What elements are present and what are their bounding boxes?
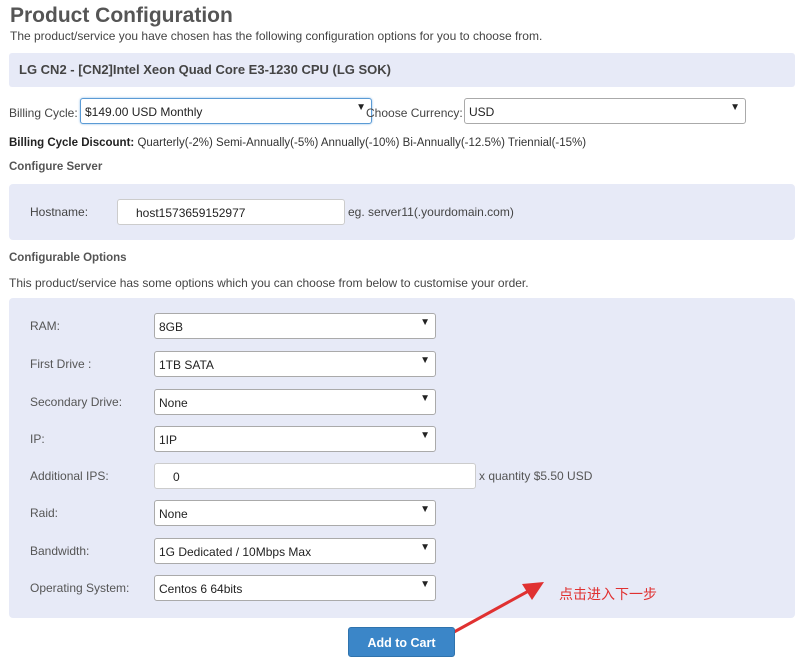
page-title: Product Configuration <box>10 4 233 27</box>
chevron-down-icon: ▼ <box>356 102 366 113</box>
billing-cycle-value: $149.00 USD Monthly <box>85 105 203 119</box>
secondary-drive-value: None <box>159 396 188 410</box>
hostname-input[interactable]: host1573659152977 <box>117 199 345 225</box>
add-to-cart-button[interactable]: Add to Cart <box>348 627 455 657</box>
ram-value: 8GB <box>159 320 184 334</box>
configurable-options-description: This product/service has some options wh… <box>9 276 529 290</box>
additional-ips-input[interactable]: 0 <box>154 463 476 489</box>
raid-label: Raid: <box>30 506 59 520</box>
configurable-options-panel <box>9 298 795 618</box>
secondary-drive-label: Secondary Drive: <box>30 395 123 409</box>
currency-select[interactable]: USD ▼ <box>464 98 746 124</box>
additional-ips-hint: x quantity $5.50 USD <box>479 469 593 483</box>
product-name-bar: LG CN2 - [CN2]Intel Xeon Quad Core E3-12… <box>9 53 795 87</box>
bandwidth-select[interactable]: 1G Dedicated / 10Mbps Max ▼ <box>154 538 436 564</box>
chevron-down-icon: ▼ <box>420 355 430 366</box>
billing-cycle-label: Billing Cycle: <box>9 106 78 120</box>
chevron-down-icon: ▼ <box>420 430 430 441</box>
ip-value: 1IP <box>159 433 178 447</box>
hostname-value: host1573659152977 <box>136 206 246 220</box>
currency-value: USD <box>469 105 495 119</box>
first-drive-label: First Drive : <box>30 357 92 371</box>
hostname-label: Hostname: <box>30 205 89 219</box>
first-drive-select[interactable]: 1TB SATA ▼ <box>154 351 436 377</box>
chevron-down-icon: ▼ <box>420 579 430 590</box>
ip-label: IP: <box>30 432 45 446</box>
chevron-down-icon: ▼ <box>420 393 430 404</box>
configure-server-heading: Configure Server <box>9 161 103 173</box>
discount-label: Billing Cycle Discount: <box>9 137 135 149</box>
billing-cycle-discount: Billing Cycle Discount: Quarterly(-2%) S… <box>9 137 586 149</box>
operating-system-select[interactable]: Centos 6 64bits ▼ <box>154 575 436 601</box>
additional-ips-label: Additional IPS: <box>30 469 109 483</box>
operating-system-label: Operating System: <box>30 581 130 595</box>
chevron-down-icon: ▼ <box>730 102 740 113</box>
chevron-down-icon: ▼ <box>420 542 430 553</box>
operating-system-value: Centos 6 64bits <box>159 582 243 596</box>
billing-cycle-select[interactable]: $149.00 USD Monthly ▼ <box>80 98 372 124</box>
bandwidth-label: Bandwidth: <box>30 544 90 558</box>
discount-text: Quarterly(-2%) Semi-Annually(-5%) Annual… <box>134 137 587 149</box>
raid-value: None <box>159 507 188 521</box>
raid-select[interactable]: None ▼ <box>154 500 436 526</box>
billing-row: Billing Cycle: $149.00 USD Monthly ▼ Cho… <box>9 98 799 126</box>
ram-select[interactable]: 8GB ▼ <box>154 313 436 339</box>
bandwidth-value: 1G Dedicated / 10Mbps Max <box>159 545 312 559</box>
arrow-icon <box>452 582 544 634</box>
additional-ips-value: 0 <box>173 470 180 484</box>
product-name: LG CN2 - [CN2]Intel Xeon Quad Core E3-12… <box>19 62 391 77</box>
annotation-text: 点击进入下一步 <box>559 587 657 603</box>
secondary-drive-select[interactable]: None ▼ <box>154 389 436 415</box>
chevron-down-icon: ▼ <box>420 317 430 328</box>
first-drive-value: 1TB SATA <box>159 358 214 372</box>
hostname-hint: eg. server11(.yourdomain.com) <box>348 205 514 219</box>
currency-label: Choose Currency: <box>366 106 463 120</box>
configurable-options-heading: Configurable Options <box>9 252 127 264</box>
page-subtitle: The product/service you have chosen has … <box>10 29 543 43</box>
ip-select[interactable]: 1IP ▼ <box>154 426 436 452</box>
configure-server-panel: Hostname: host1573659152977 eg. server11… <box>9 184 795 240</box>
chevron-down-icon: ▼ <box>420 504 430 515</box>
ram-label: RAM: <box>30 319 60 333</box>
